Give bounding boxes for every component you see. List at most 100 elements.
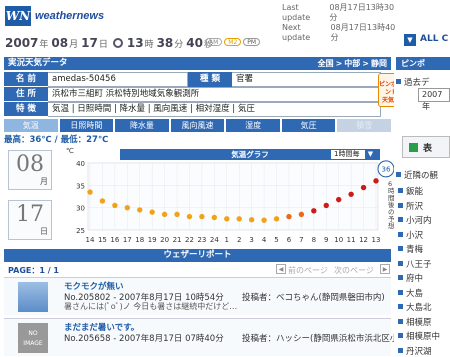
y-tick-label: 25 — [76, 227, 85, 235]
report-number-date: No.205658 - 2007年8月17日 07時40分 — [64, 334, 224, 344]
crumb-zenkoku[interactable]: 全国 — [318, 59, 334, 68]
x-tick-label: 16 — [110, 236, 119, 244]
prev-arrow-icon[interactable]: ◀ — [276, 264, 286, 274]
temp-point — [137, 207, 143, 213]
chevron-down-icon[interactable]: ▼ — [404, 34, 416, 46]
x-tick-label: 12 — [359, 236, 368, 244]
x-tick-label: 21 — [173, 236, 182, 244]
report-poster: 投稿者：ベコちゃん(静岡県磐田市内) — [242, 293, 385, 303]
nearby-station-link[interactable]: 鈑能 — [398, 185, 423, 197]
report-thumbnail-noimage[interactable]: NO IMAGE — [18, 323, 48, 353]
plot-area — [87, 162, 379, 231]
x-tick-label: 5 — [274, 236, 278, 244]
logo-text: weathernews — [35, 10, 105, 22]
side-table-button[interactable]: 表 — [402, 136, 450, 158]
weather-report-header: ウェザーリポート — [4, 249, 391, 262]
tab-humidity[interactable]: 湿度 — [226, 119, 280, 132]
temp-point — [124, 204, 131, 211]
x-tick-label: 14 — [86, 236, 95, 244]
nearby-station-link[interactable]: 府中 — [398, 272, 423, 284]
max-min-temps: 最高：36℃ / 最低：27℃ — [4, 135, 109, 145]
temp-point — [348, 191, 354, 197]
nearby-station-link[interactable]: 大島北 — [398, 301, 432, 313]
month-unit: 月 — [69, 40, 79, 50]
temp-point — [112, 202, 118, 209]
crumb-sep: > — [335, 59, 343, 68]
temp-point — [286, 213, 292, 220]
report-poster: 投稿者：ハッシー(静岡県浜松市浜北区小松) — [242, 334, 411, 344]
tab-pressure[interactable]: 気圧 — [281, 119, 336, 132]
temp-point — [298, 211, 305, 218]
temp-point — [186, 213, 193, 220]
crumb-shizuoka[interactable]: 静岡 — [371, 59, 387, 68]
name-value: amedas-50456 — [48, 72, 188, 87]
temp-point — [323, 202, 329, 209]
report-meta: No.205658 - 2007年8月17日 07時40分 投稿者：ハッシー(静… — [64, 332, 410, 344]
current-temp-value: 36 — [382, 165, 391, 173]
x-tick-label: 15 — [98, 236, 107, 244]
x-tick-label: 6 — [287, 236, 292, 244]
next-arrow-icon[interactable]: ▶ — [380, 264, 390, 274]
month: 08 — [51, 36, 69, 50]
nearby-station-link[interactable]: 八王子 — [398, 258, 432, 270]
temp-point — [335, 196, 342, 203]
nearby-station-link[interactable]: 丹沢湖 — [398, 345, 432, 357]
x-tick-label: 19 — [148, 236, 157, 244]
all-contents-nav[interactable]: ▼ ALL C — [400, 30, 450, 50]
calendar-day-unit: 日 — [40, 227, 48, 236]
side-table-label: 表 — [423, 144, 433, 154]
report-thumbnail[interactable] — [18, 282, 48, 312]
x-tick-label: 4 — [262, 236, 267, 244]
weathernews-logo[interactable]: WN weathernews — [5, 4, 113, 30]
year-unit: 年 — [39, 40, 49, 50]
nearby-station-link[interactable]: 相模原中 — [398, 330, 440, 342]
date-calendar: 08 月 17 日 — [8, 146, 52, 240]
x-tick-label: 24 — [210, 236, 219, 244]
tab-wind[interactable]: 風向風速 — [170, 119, 225, 132]
current-datetime: 2007 年 08 月 17 日 13 時 38 分 40 秒 — [5, 36, 216, 50]
tab-sunshine[interactable]: 日照時間 — [59, 119, 114, 132]
x-tick-label: 18 — [135, 236, 144, 244]
nearby-station-link[interactable]: 小沢 — [398, 229, 423, 241]
am-badge: AM — [205, 38, 223, 46]
nearby-station-link[interactable]: 所沢 — [398, 200, 423, 212]
temp-point — [149, 209, 155, 215]
side-past-data-label: 過去デ — [396, 76, 430, 88]
tab-snow: 積雪 — [337, 119, 392, 132]
tab-precipitation[interactable]: 降水量 — [115, 119, 169, 132]
x-tick-label: 13 — [372, 236, 381, 244]
minute-unit: 分 — [174, 40, 184, 50]
temperature-chart: 36 14 15 16 17 18 19 20 21 22 23 24 1 2 3 4 5 6 7 8 9 10 11 12… — [76, 160, 395, 244]
nearby-station-link[interactable]: 青梅 — [398, 243, 423, 255]
nearby-station-link[interactable]: 相模原 — [398, 316, 432, 328]
next-page-link[interactable]: 次のページ — [334, 265, 374, 276]
day: 17 — [81, 36, 98, 50]
right-sidebar: 過去デ 近隣の観 鈑能 所沢 小河内 小沢 青梅 八王子 府中 大島 大島北 相模原 相模原中 丹沢湖 — [394, 72, 450, 357]
hour-unit: 時 — [144, 40, 154, 50]
side-header: ピンポ — [396, 57, 450, 70]
info-row-features: 特 徴 気温 | 日照時間 | 降水量 | 風向風速 | 相対湿度 | 気圧 — [4, 102, 381, 117]
next-update-value: 08月17日13時40分 — [330, 23, 396, 42]
prev-page-link[interactable]: 前のページ — [288, 265, 328, 276]
calendar-month: 08 月 — [8, 150, 52, 190]
nearby-station-link[interactable]: 大島 — [398, 287, 423, 299]
table-icon — [409, 143, 418, 152]
last-update-label: Last update — [282, 3, 311, 22]
tab-temperature[interactable]: 気温 — [4, 119, 58, 132]
info-row-name: 名 前 amedas-50456 種 類 官署 — [4, 72, 381, 87]
crumb-chubu[interactable]: 中部 — [344, 59, 360, 68]
m2-badge: M2 — [224, 38, 242, 46]
data-tabs: 気温 日照時間 降水量 風向風速 湿度 気圧 積雪 — [4, 119, 392, 132]
temp-point — [261, 217, 267, 223]
x-tick-label: 3 — [249, 236, 253, 244]
pagination: PAGE：1 / 1 ◀ 前のページ 次のページ ▶ — [4, 264, 391, 276]
y-tick-label: 35 — [76, 182, 85, 190]
temp-point — [199, 213, 205, 220]
section-title: 実況天気データ — [8, 58, 68, 68]
temp-point — [87, 189, 93, 195]
side-year-select[interactable]: 2007年 — [418, 88, 450, 111]
temp-point — [161, 211, 168, 218]
nearby-station-link[interactable]: 小河内 — [398, 214, 432, 226]
temp-point — [311, 208, 317, 214]
address-label: 住 所 — [4, 87, 48, 102]
